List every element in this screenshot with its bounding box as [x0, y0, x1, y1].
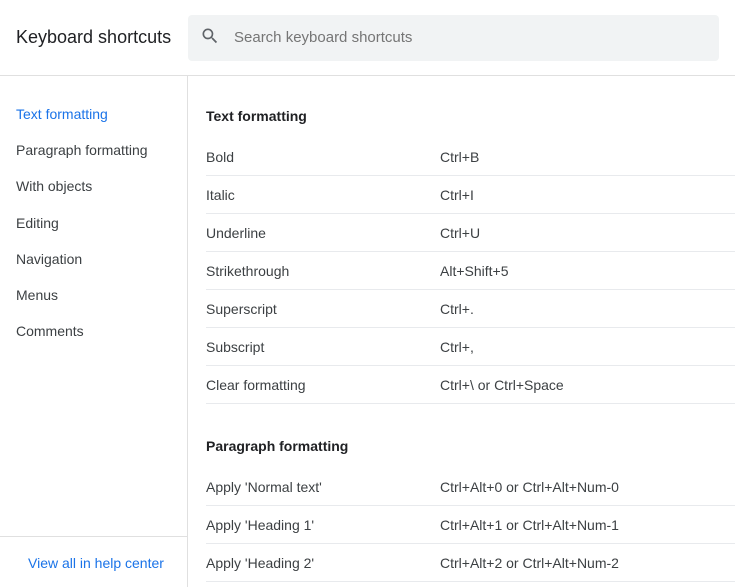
shortcut-row: Apply 'Heading 3'Ctrl+Alt+3 or Ctrl+Alt+… [206, 582, 735, 587]
shortcut-row: ItalicCtrl+I [206, 176, 735, 214]
shortcut-action: Apply 'Heading 1' [206, 517, 440, 533]
shortcut-keys: Alt+Shift+5 [440, 263, 735, 279]
shortcut-row: SubscriptCtrl+, [206, 328, 735, 366]
help-center-link[interactable]: View all in help center [0, 536, 187, 587]
shortcut-row: StrikethroughAlt+Shift+5 [206, 252, 735, 290]
shortcut-action: Apply 'Heading 2' [206, 555, 440, 571]
shortcut-action: Strikethrough [206, 263, 440, 279]
section-spacer [206, 404, 735, 432]
sidebar-item[interactable]: Paragraph formatting [0, 132, 187, 168]
sidebar-item[interactable]: Navigation [0, 241, 187, 277]
shortcut-action: Underline [206, 225, 440, 241]
shortcut-keys: Ctrl+I [440, 187, 735, 203]
sidebar-item[interactable]: Comments [0, 313, 187, 349]
shortcut-row: Apply 'Heading 2'Ctrl+Alt+2 or Ctrl+Alt+… [206, 544, 735, 582]
shortcut-row: Apply 'Heading 1'Ctrl+Alt+1 or Ctrl+Alt+… [206, 506, 735, 544]
shortcut-keys: Ctrl+. [440, 301, 735, 317]
sidebar-item[interactable]: Editing [0, 205, 187, 241]
sidebar-item[interactable]: With objects [0, 168, 187, 204]
shortcut-row: UnderlineCtrl+U [206, 214, 735, 252]
shortcut-action: Superscript [206, 301, 440, 317]
shortcut-keys: Ctrl+B [440, 149, 735, 165]
shortcut-action: Clear formatting [206, 377, 440, 393]
shortcut-row: Clear formattingCtrl+\ or Ctrl+Space [206, 366, 735, 404]
shortcut-keys: Ctrl+Alt+2 or Ctrl+Alt+Num-2 [440, 555, 735, 571]
dialog-body: Text formattingParagraph formattingWith … [0, 76, 735, 587]
sidebar-item[interactable]: Menus [0, 277, 187, 313]
shortcut-action: Italic [206, 187, 440, 203]
section-heading: Paragraph formatting [206, 432, 735, 468]
shortcut-action: Bold [206, 149, 440, 165]
dialog-title: Keyboard shortcuts [16, 27, 188, 48]
dialog-header: Keyboard shortcuts [0, 0, 735, 76]
sidebar-items: Text formattingParagraph formattingWith … [0, 96, 187, 536]
section-heading: Text formatting [206, 102, 735, 138]
shortcut-action: Subscript [206, 339, 440, 355]
shortcut-keys: Ctrl+U [440, 225, 735, 241]
shortcut-action: Apply 'Normal text' [206, 479, 440, 495]
shortcut-keys: Ctrl+Alt+1 or Ctrl+Alt+Num-1 [440, 517, 735, 533]
shortcut-row: Apply 'Normal text'Ctrl+Alt+0 or Ctrl+Al… [206, 468, 735, 506]
shortcut-row: SuperscriptCtrl+. [206, 290, 735, 328]
shortcut-row: BoldCtrl+B [206, 138, 735, 176]
shortcuts-content: Text formattingBoldCtrl+BItalicCtrl+IUnd… [188, 76, 735, 587]
search-icon [200, 26, 220, 49]
shortcut-keys: Ctrl+Alt+0 or Ctrl+Alt+Num-0 [440, 479, 735, 495]
search-box[interactable] [188, 15, 719, 61]
shortcut-keys: Ctrl+, [440, 339, 735, 355]
search-input[interactable] [220, 29, 707, 46]
shortcut-keys: Ctrl+\ or Ctrl+Space [440, 377, 735, 393]
sidebar: Text formattingParagraph formattingWith … [0, 76, 188, 587]
sidebar-item[interactable]: Text formatting [0, 96, 187, 132]
